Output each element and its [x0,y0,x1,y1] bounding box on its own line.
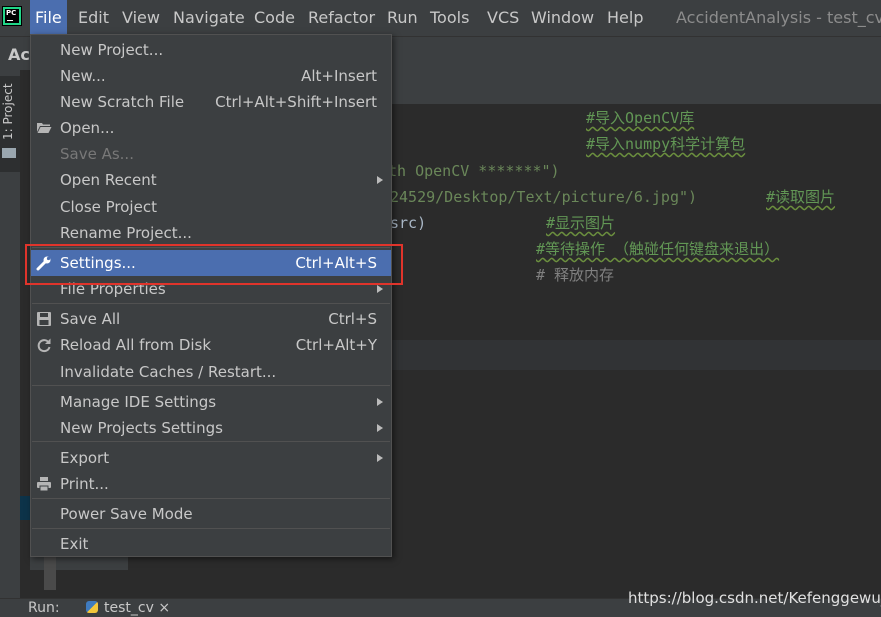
menu-bar: PC File Edit View Navigate Code Refactor… [0,0,881,36]
pycharm-logo-icon: PC [2,6,22,26]
menu-separator [32,441,390,442]
selection-marker [20,496,30,520]
menu-item-print[interactable]: Print... [31,471,391,497]
run-tab[interactable]: test_cv × [86,600,170,616]
menu-item-export[interactable]: Export [31,445,391,471]
printer-icon [36,476,52,492]
menu-item-save-as: Save As... [60,145,134,163]
code-line: 24529/Desktop/Text/picture/6.jpg") [390,188,698,206]
open-folder-icon [36,120,52,136]
submenu-arrow-icon [377,176,383,184]
menu-item-invalidate-caches[interactable]: Invalidate Caches / Restart... [31,359,391,385]
submenu-arrow-icon [377,398,383,406]
save-icon [36,311,52,327]
menu-view[interactable]: View [122,8,160,27]
menu-separator [32,385,390,386]
menu-vcs[interactable]: VCS [487,8,519,27]
editor-tab-strip [392,70,881,104]
menu-separator [32,303,390,304]
code-comment: #读取图片 [766,188,836,206]
menu-item-close-project[interactable]: Close Project [31,194,391,220]
window-title: AccidentAnalysis - test_cv.py [676,8,881,27]
menu-item-exit[interactable]: Exit [31,531,391,557]
menu-item-new-projects-settings[interactable]: New Projects Settings [31,415,391,441]
menu-navigate[interactable]: Navigate [173,8,245,27]
code-line: src) [390,214,427,232]
code-line: th OpenCV *******") [388,162,560,180]
run-label: Run: [28,600,60,616]
project-tool-label: 1: Project [1,83,15,140]
submenu-arrow-icon [377,424,383,432]
menu-item-rename-project[interactable]: Rename Project... [31,220,391,246]
code-comment: #显示图片 [546,214,616,232]
menu-help[interactable]: Help [607,8,643,27]
reload-icon [36,337,52,353]
menu-refactor[interactable]: Refactor [308,8,375,27]
menu-item-new[interactable]: New... Alt+Insert [31,63,391,89]
menu-item-power-save-mode[interactable]: Power Save Mode [31,501,391,527]
menu-run[interactable]: Run [387,8,418,27]
submenu-arrow-icon [377,454,383,462]
menu-item-reload-all[interactable]: Reload All from Disk Ctrl+Alt+Y [31,332,391,358]
code-comment: #导入OpenCV库 [586,109,695,127]
file-menu-dropdown: New Project... New... Alt+Insert New Scr… [30,34,392,557]
highlight-box [25,244,403,285]
menu-code[interactable]: Code [254,8,295,27]
menu-item-save-all[interactable]: Save All Ctrl+S [31,306,391,332]
menu-item-open-recent[interactable]: Open Recent [31,167,391,193]
menu-item-open[interactable]: Open... [31,115,391,141]
python-icon [86,601,98,613]
menu-separator [32,528,390,529]
code-comment: #导入numpy科学计算包 [586,135,746,153]
close-icon[interactable]: × [158,600,170,616]
menu-item-new-scratch-file[interactable]: New Scratch File Ctrl+Alt+Shift+Insert [31,89,391,115]
menu-item-new-project[interactable]: New Project... [31,37,391,63]
menu-separator [32,498,390,499]
submenu-arrow-icon [377,285,383,293]
menu-file[interactable]: File [30,0,67,36]
menu-edit[interactable]: Edit [78,8,109,27]
menu-item-manage-ide-settings[interactable]: Manage IDE Settings [31,389,391,415]
watermark: https://blog.csdn.net/Kefenggewu_ [628,589,881,607]
code-comment: # 释放内存 [536,266,615,284]
menu-tools[interactable]: Tools [430,8,469,27]
folder-icon [2,148,16,158]
code-comment: #等待操作 （触碰任何键盘来退出） [536,240,780,258]
menu-window[interactable]: Window [531,8,594,27]
